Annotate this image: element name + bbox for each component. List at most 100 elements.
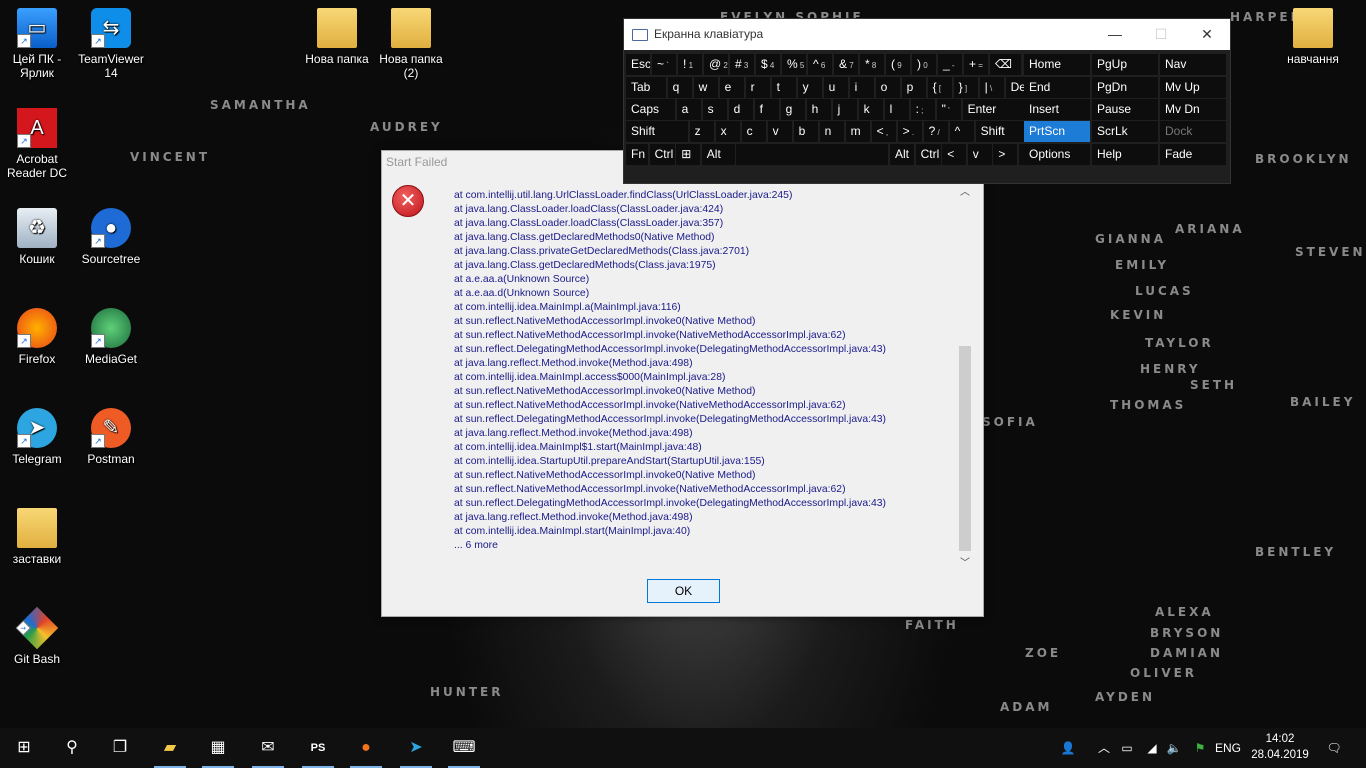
osk-key[interactable]: b — [793, 121, 818, 142]
osk-key[interactable]: i — [849, 77, 874, 98]
desktop-icon-teamviewer-14[interactable]: ⇆ ↗ TeamViewer 14 — [74, 8, 148, 80]
tray-overflow-icon[interactable]: ︿ — [1092, 728, 1116, 768]
desktop-icon-sourcetree[interactable]: ● ↗ Sourcetree — [74, 208, 148, 266]
osk-key[interactable]: j — [832, 99, 857, 120]
osk-nav-key[interactable]: Insert — [1024, 99, 1090, 120]
osk-key[interactable]: > — [993, 144, 1018, 165]
phpstorm-icon[interactable]: PS — [294, 728, 342, 768]
osk-key[interactable]: " ' — [936, 99, 961, 120]
store-icon[interactable]: ▦ — [194, 728, 242, 768]
osk-nav-key[interactable]: Pause — [1092, 99, 1158, 120]
osk-nav-key[interactable]: Fade — [1160, 144, 1226, 165]
flag-icon[interactable]: ⚑ — [1188, 728, 1212, 768]
osk-key[interactable]: Shift — [626, 121, 688, 142]
osk-key[interactable]: Alt — [890, 144, 914, 165]
osk-key[interactable]: Enter — [962, 99, 1025, 120]
osk-key[interactable]: ~ ` — [652, 54, 677, 75]
desktop-icon-заставки[interactable]: заставки — [0, 508, 74, 566]
osk-key[interactable]: { [ — [927, 77, 952, 98]
osk-key[interactable]: # 3 — [730, 54, 755, 75]
osk-key[interactable]: _ - — [938, 54, 963, 75]
osk-key[interactable]: $ 4 — [756, 54, 781, 75]
scroll-thumb[interactable] — [959, 346, 971, 551]
desktop-icon-цей-пк---ярлик[interactable]: ▭ ↗ Цей ПК - Ярлик — [0, 8, 74, 80]
file-explorer-icon[interactable]: ▰ — [146, 728, 194, 768]
osk-titlebar[interactable]: Екранна клавіатура — ☐ ✕ — [624, 19, 1230, 50]
desktop-icon-навчання[interactable]: навчання — [1276, 8, 1350, 66]
telegram-icon[interactable]: ➤ — [392, 728, 440, 768]
osk-key[interactable]: Tab — [626, 77, 666, 98]
osk-key[interactable]: * 8 — [860, 54, 885, 75]
osk-nav-key[interactable]: PgDn — [1092, 77, 1158, 98]
osk-key[interactable]: t — [771, 77, 796, 98]
osk-key[interactable]: m — [845, 121, 870, 142]
osk-key[interactable]: ( 9 — [886, 54, 911, 75]
osk-key[interactable]: y — [797, 77, 822, 98]
osk-key[interactable]: v — [967, 144, 992, 165]
osk-key[interactable]: d — [728, 99, 753, 120]
osk-key[interactable]: ! 1 — [678, 54, 703, 75]
osk-key[interactable]: k — [858, 99, 883, 120]
desktop-icon-кошик[interactable]: ♻ Кошик — [0, 208, 74, 266]
osk-key[interactable]: p — [901, 77, 926, 98]
osk-key[interactable]: Caps — [626, 99, 675, 120]
osk-nav-key[interactable]: Options — [1024, 144, 1090, 165]
osk-key[interactable]: u — [823, 77, 848, 98]
osk-key[interactable]: & 7 — [834, 54, 859, 75]
desktop-icon-нова-папка-(2)[interactable]: Нова папка (2) — [374, 8, 448, 80]
osk-key[interactable]: e — [719, 77, 744, 98]
firefox-icon[interactable]: ● — [342, 728, 390, 768]
search-icon[interactable]: ⚲ — [48, 728, 96, 768]
osk-key[interactable]: z — [689, 121, 714, 142]
osk-key[interactable]: < — [942, 144, 967, 165]
osk-key[interactable]: % 5 — [782, 54, 807, 75]
osk-key[interactable]: > . — [897, 121, 922, 142]
language-indicator[interactable]: ENG — [1212, 728, 1244, 768]
desktop-icon-git-bash[interactable]: ↗ Git Bash — [0, 606, 74, 666]
desktop-icon-firefox[interactable]: ↗ Firefox — [0, 308, 74, 366]
minimize-icon[interactable]: — — [1092, 19, 1138, 50]
osk-key[interactable]: h — [806, 99, 831, 120]
desktop-icon-mediaget[interactable]: ↗ MediaGet — [74, 308, 148, 366]
osk-nav-key[interactable]: Nav — [1160, 54, 1226, 75]
osk-key[interactable]: + = — [964, 54, 989, 75]
osk-icon[interactable]: ⌨ — [440, 728, 488, 768]
osk-key[interactable]: l — [884, 99, 909, 120]
osk-nav-key[interactable]: PgUp — [1092, 54, 1158, 75]
desktop-icon-telegram[interactable]: ➤ ↗ Telegram — [0, 408, 74, 466]
scroll-up-icon[interactable]: ︿ — [957, 186, 973, 200]
osk-key[interactable]: ⌫ — [990, 54, 1021, 75]
osk-nav-key[interactable]: PrtScn — [1024, 121, 1090, 142]
osk-key[interactable]: } ] — [953, 77, 978, 98]
osk-key[interactable]: ? / — [923, 121, 948, 142]
close-icon[interactable]: ✕ — [1184, 19, 1230, 50]
desktop-icon-acrobat-reader-dc[interactable]: A ↗ Acrobat Reader DC — [0, 108, 74, 180]
desktop-icon-нова-папка[interactable]: Нова папка — [300, 8, 374, 66]
mail-icon[interactable]: ✉ — [244, 728, 292, 768]
osk-key[interactable]: v — [767, 121, 792, 142]
osk-key[interactable]: f — [754, 99, 779, 120]
osk-key[interactable]: Esc — [626, 54, 651, 75]
stack-trace-scrollbar[interactable]: ︿ ﹀ — [957, 186, 973, 571]
osk-nav-key[interactable]: End — [1024, 77, 1090, 98]
task-view-icon[interactable]: ❐ — [96, 728, 144, 768]
osk-key[interactable]: : ; — [910, 99, 935, 120]
scroll-down-icon[interactable]: ﹀ — [957, 557, 973, 571]
network-icon[interactable]: ◢ — [1140, 728, 1164, 768]
clock[interactable]: 14:02 28.04.2019 — [1250, 731, 1310, 763]
notifications-icon[interactable]: 🗨 — [1320, 728, 1348, 768]
osk-nav-key[interactable]: ScrLk — [1092, 121, 1158, 142]
osk-key[interactable]: @ 2 — [704, 54, 729, 75]
osk-key[interactable]: n — [819, 121, 844, 142]
osk-key[interactable]: Fn — [626, 144, 648, 165]
osk-key[interactable]: g — [780, 99, 805, 120]
osk-key[interactable]: | \ — [979, 77, 1004, 98]
osk-nav-key[interactable]: Home — [1024, 54, 1090, 75]
osk-key[interactable]: Ctrl — [649, 144, 675, 165]
battery-icon[interactable]: ▭ — [1115, 728, 1139, 768]
osk-key[interactable]: s — [702, 99, 727, 120]
volume-icon[interactable]: 🔈 — [1162, 728, 1186, 768]
osk-key[interactable]: ^ — [949, 121, 974, 142]
osk-key[interactable]: < , — [871, 121, 896, 142]
desktop-icon-postman[interactable]: ✎ ↗ Postman — [74, 408, 148, 466]
